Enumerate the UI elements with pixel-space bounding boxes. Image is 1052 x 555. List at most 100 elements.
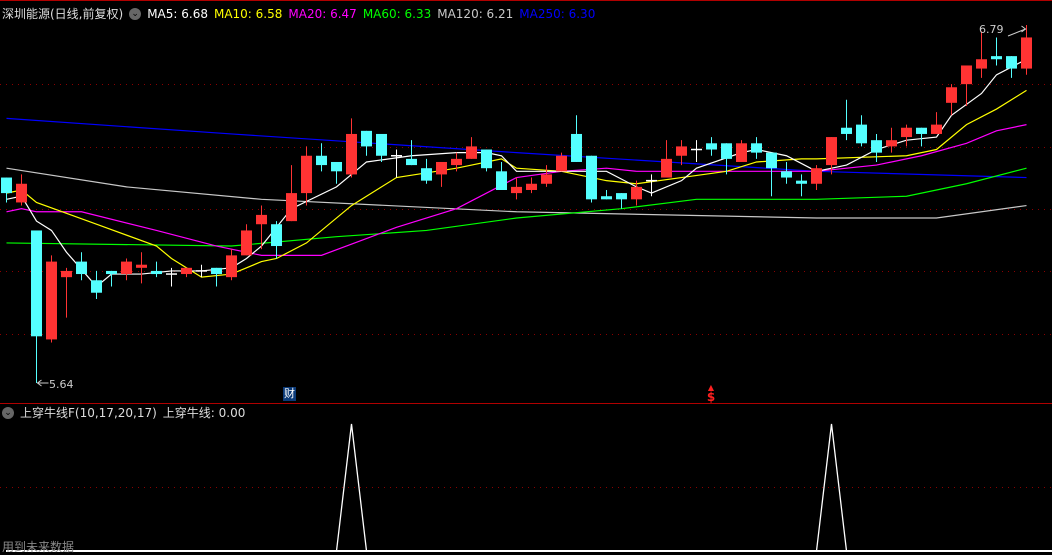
candle-body — [571, 133, 582, 162]
candle — [61, 267, 72, 318]
candle-body — [871, 140, 882, 153]
candle-body — [286, 193, 297, 222]
candle-body — [376, 133, 387, 156]
candle — [661, 140, 672, 178]
candle — [481, 149, 492, 172]
candle — [271, 221, 282, 259]
candle-body — [526, 183, 537, 190]
candle — [376, 133, 387, 162]
candle-body — [961, 65, 972, 85]
candle-body — [781, 171, 792, 178]
chevron-down-icon[interactable]: ⌄ — [2, 406, 14, 419]
candle — [766, 152, 777, 197]
candle-body — [976, 59, 987, 69]
candle-body — [421, 168, 432, 181]
candle-body — [856, 124, 867, 144]
candle — [46, 255, 57, 343]
candle — [691, 140, 702, 162]
candle-body — [436, 161, 447, 175]
candle — [646, 174, 657, 197]
high-arrow — [1007, 28, 1026, 37]
candle-body — [811, 168, 822, 184]
candle — [976, 31, 987, 78]
candle — [601, 189, 612, 200]
candle — [181, 267, 192, 278]
candle-body — [556, 155, 567, 172]
candle-body — [991, 56, 1002, 60]
high-arrow-head — [1021, 25, 1027, 33]
high-price-label: 6.79 — [979, 23, 1004, 36]
chevron-down-icon[interactable]: ⌄ — [129, 7, 142, 20]
candle-body — [256, 214, 267, 225]
candle-body — [1021, 37, 1032, 69]
candle-body — [946, 87, 957, 103]
candle-body — [61, 270, 72, 278]
candle — [16, 174, 27, 206]
candle-body — [271, 224, 282, 247]
candle — [886, 127, 897, 153]
candle — [496, 161, 507, 190]
candlestick-chart[interactable] — [0, 0, 1052, 554]
candle — [856, 115, 867, 147]
candle-body — [451, 158, 462, 166]
candle-body — [916, 127, 927, 134]
candle-body — [676, 146, 687, 156]
candle-body — [121, 261, 132, 275]
candle-body — [31, 230, 42, 337]
dividend-marker[interactable]: ▲ $ — [705, 384, 717, 404]
candle — [91, 270, 102, 299]
candle-body — [46, 261, 57, 340]
candle-body — [841, 127, 852, 134]
chart-header: 深圳能源(日线,前复权) ⌄ MA5: 6.68 MA10: 6.58 MA20… — [2, 5, 601, 22]
candle-body — [181, 267, 192, 275]
candle-body — [736, 143, 747, 162]
candle — [901, 124, 912, 147]
candle — [586, 155, 597, 203]
candle-body — [766, 152, 777, 169]
candle-body — [76, 261, 87, 275]
candle-body — [226, 255, 237, 278]
candle — [736, 140, 747, 162]
candle — [136, 252, 147, 284]
candle — [841, 99, 852, 141]
candle — [361, 130, 372, 156]
candle — [436, 161, 447, 187]
chart-title: 深圳能源(日线,前复权) — [2, 7, 124, 21]
candle-body — [721, 143, 732, 159]
candle — [916, 127, 927, 147]
low-price-label: 5.64 — [49, 378, 74, 391]
candle-body — [136, 264, 147, 268]
candle — [871, 133, 882, 162]
candle — [571, 115, 582, 162]
candle-body — [631, 186, 642, 200]
candle-body — [481, 149, 492, 169]
candle — [211, 267, 222, 287]
candle — [676, 140, 687, 166]
candle-body — [886, 140, 897, 147]
candle — [706, 137, 717, 156]
candle-body — [241, 230, 252, 256]
indicator-value: 上穿牛线: 0.00 — [162, 406, 246, 420]
indicator-header: ⌄ 上穿牛线F(10,17,20,17) 上穿牛线: 0.00 — [2, 404, 245, 421]
candle-body — [931, 124, 942, 134]
candle-body — [586, 155, 597, 200]
candle-body — [496, 171, 507, 190]
ma120-label: MA120: 6.21 — [437, 6, 514, 21]
candle-body — [601, 196, 612, 200]
candle-body — [406, 158, 417, 166]
candle — [226, 249, 237, 281]
candle-body — [616, 193, 627, 200]
candle — [316, 143, 327, 172]
candle — [991, 37, 1002, 66]
candle — [31, 230, 42, 383]
finance-marker[interactable]: 财 — [283, 387, 296, 401]
candle-body — [751, 143, 762, 153]
candle — [796, 174, 807, 197]
candle — [421, 158, 432, 184]
candle-body — [1, 177, 12, 194]
ma250-label: MA250: 6.30 — [519, 6, 596, 21]
candle-body — [211, 267, 222, 275]
candle-body — [706, 143, 717, 150]
price-markers — [36, 25, 1027, 387]
candle — [241, 224, 252, 256]
